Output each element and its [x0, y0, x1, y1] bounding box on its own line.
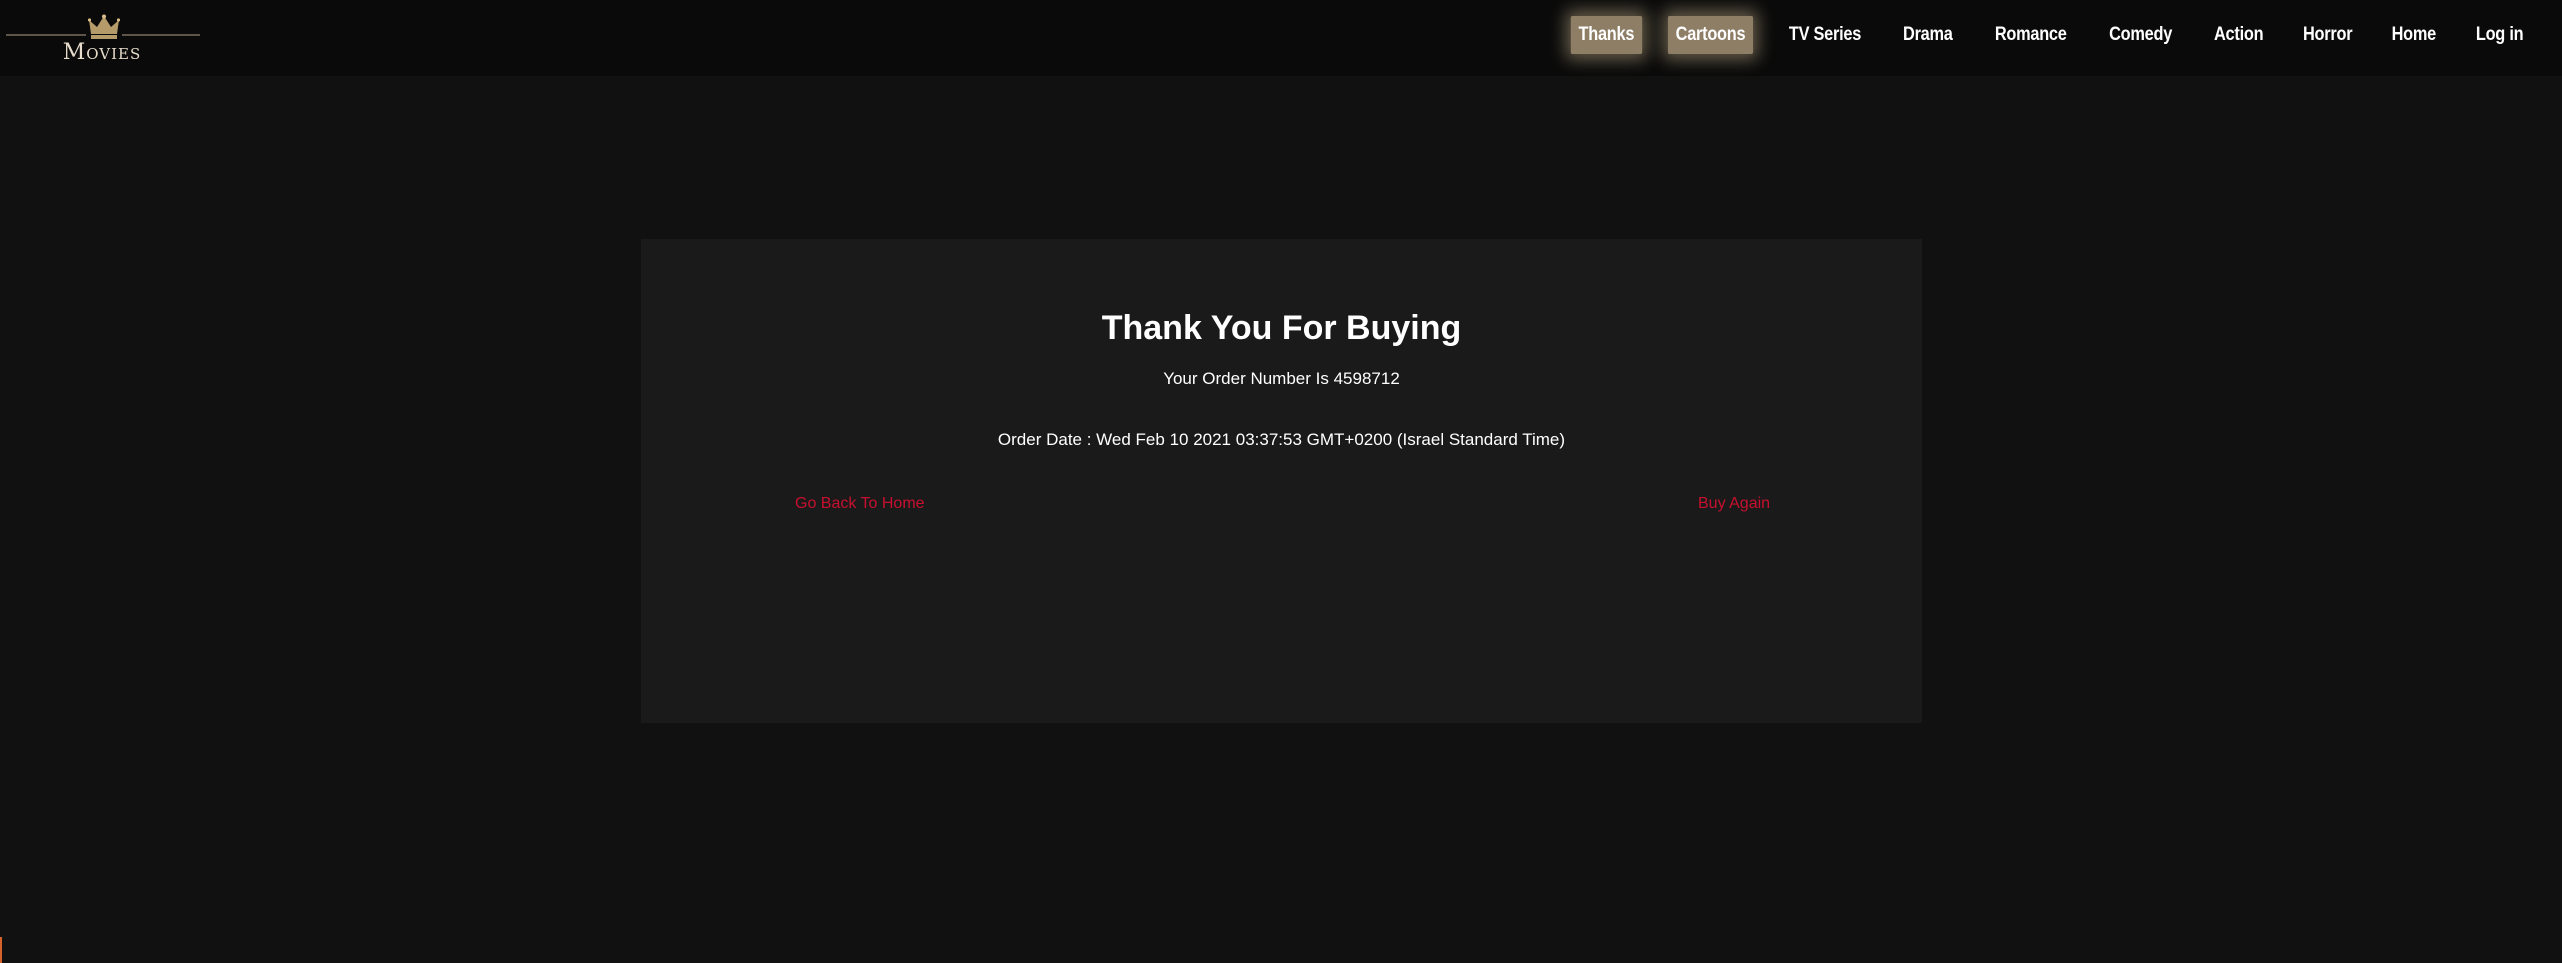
nav-item-cartoons[interactable]: Cartoons [1668, 16, 1754, 54]
order-date: Order Date : Wed Feb 10 2021 03:37:53 GM… [997, 430, 1566, 449]
nav-item-horror[interactable]: Horror [2295, 16, 2360, 54]
edge-marker [0, 937, 2, 963]
nav-item-action[interactable]: Action [2206, 16, 2271, 54]
nav-item-comedy[interactable]: Comedy [2102, 16, 2180, 54]
header: Movies Thanks Cartoons TV Series Drama R… [0, 0, 2562, 76]
logo-line-left [6, 34, 86, 36]
nav-item-romance[interactable]: Romance [1987, 16, 2074, 54]
page: Movies Thanks Cartoons TV Series Drama R… [0, 0, 2562, 963]
go-back-home-link[interactable]: Go Back To Home [795, 495, 925, 513]
logo[interactable]: Movies [4, 12, 200, 68]
crown-icon [88, 14, 120, 39]
nav-item-login[interactable]: Log in [2468, 16, 2531, 54]
nav-item-drama[interactable]: Drama [1896, 16, 1961, 54]
logo-line-right [122, 34, 200, 36]
order-confirmation-card: Thank You For Buying Your Order Number I… [641, 239, 1922, 723]
nav-item-tv-series[interactable]: TV Series [1782, 16, 1870, 54]
page-title: Thank You For Buying [1101, 309, 1462, 347]
order-number: Your Order Number Is 4598712 [1163, 369, 1400, 388]
nav-item-thanks[interactable]: Thanks [1570, 16, 1642, 54]
buy-again-link[interactable]: Buy Again [1698, 495, 1770, 513]
nav-item-home[interactable]: Home [2384, 16, 2444, 54]
logo-text: Movies [62, 40, 142, 65]
main-nav: Thanks Cartoons TV Series Drama Romance … [1551, 16, 2536, 54]
